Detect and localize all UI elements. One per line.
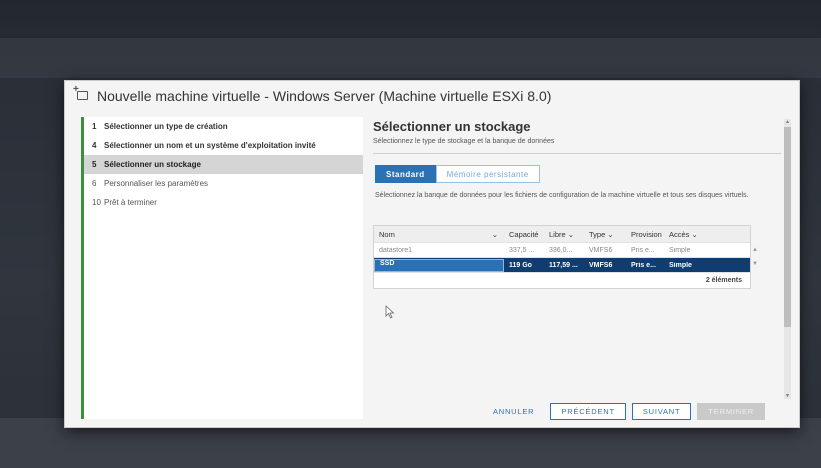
tab-standard[interactable]: Standard [375,165,436,183]
step-label: Sélectionner un type de création [104,122,228,131]
col-header-free[interactable]: Libre ⌄ [544,230,584,239]
datastore-table: Nom ⌄ Capacité Libre ⌄ Type ⌄ Provision … [373,225,758,289]
col-header-name[interactable]: Nom ⌄ [374,230,504,239]
step-number: 10 [92,198,101,207]
dialog-title: Nouvelle machine virtuelle - Windows Ser… [97,88,552,104]
cell-free: 117,59 ... [549,261,578,269]
new-vm-wizard-dialog: + Nouvelle machine virtuelle - Windows S… [64,80,800,428]
cell-type: VMFS6 [589,261,613,269]
col-header-capacity[interactable]: Capacité [504,230,544,239]
table-scrollbar[interactable]: ▲ ▼ [751,243,759,273]
step-label: Prêt à terminer [104,198,157,207]
dialog-scrollbar[interactable]: ▲ ▼ [784,119,791,399]
cell-provisioning: Pris e... [631,246,655,254]
step-label: Personnaliser les paramètres [104,179,209,188]
cancel-button[interactable]: ANNULER [483,403,544,420]
scrollbar-thumb[interactable] [784,127,791,327]
datastore-description: Sélectionnez la banque de données pour l… [375,192,749,199]
step-label: Sélectionner un nom et un système d'expl… [104,141,316,150]
cell-access: Simple [669,246,691,254]
wizard-step-storage[interactable]: 5 Sélectionner un stockage [84,155,363,174]
cell-name: SSD [374,258,504,272]
cell-access: Simple [669,261,692,269]
new-vm-icon: + [73,84,91,103]
step-title: Sélectionner un stockage [373,119,531,134]
wizard-footer: ANNULER PRÉCÉDENT SUIVANT TERMINER [483,403,765,420]
cell-name: datastore1 [379,246,413,254]
filter-chevron-icon[interactable]: ⌄ [568,230,574,239]
col-access-label: Accès [669,229,690,239]
tab-persistent-memory[interactable]: Mémoire persistante [435,165,540,183]
scroll-down-icon[interactable]: ▼ [784,393,791,399]
previous-button[interactable]: PRÉCÉDENT [550,403,626,420]
col-header-provisioning[interactable]: Provision [626,230,664,239]
filter-chevron-icon[interactable]: ⌄ [692,230,698,239]
scroll-up-icon[interactable]: ▲ [784,119,791,125]
filter-chevron-icon[interactable]: ⌄ [492,230,498,239]
mouse-pointer-icon [385,305,395,319]
cell-type: VMFS6 [589,246,613,254]
wizard-step-ready[interactable]: 10 Prêt à terminer [84,193,363,212]
wizard-step-name-os[interactable]: 4 Sélectionner un nom et un système d'ex… [84,136,363,155]
col-header-type[interactable]: Type ⌄ [584,230,626,239]
step-number: 6 [92,179,97,188]
scroll-up-icon[interactable]: ▲ [751,243,759,257]
step-number: 5 [92,160,97,169]
col-header-access[interactable]: Accès ⌄ [664,230,716,239]
next-button[interactable]: SUIVANT [631,403,692,420]
step-number: 4 [92,141,97,150]
col-free-label: Libre [549,229,566,239]
table-header-row: Nom ⌄ Capacité Libre ⌄ Type ⌄ Provision … [374,226,750,243]
scroll-down-icon[interactable]: ▼ [751,257,759,271]
filter-chevron-icon[interactable]: ⌄ [607,230,613,239]
wizard-step-creation-type[interactable]: 1 Sélectionner un type de création [84,117,363,136]
table-row-selected[interactable]: SSD 119 Go 117,59 ... VMFS6 Pris e... Si… [374,258,750,273]
cell-capacity: 119 Go [509,261,532,269]
cell-free: 336,0... [549,246,573,254]
dialog-title-bar: + Nouvelle machine virtuelle - Windows S… [65,81,799,111]
wizard-step-customize[interactable]: 6 Personnaliser les paramètres [84,174,363,193]
table-footer-count: 2 éléments [705,277,742,284]
background-header [0,38,821,78]
finish-button[interactable]: TERMINER [697,403,765,420]
step-label: Sélectionner un stockage [104,160,201,169]
col-name-label: Nom [379,229,395,239]
table-row[interactable]: datastore1 337,5 ... 336,0... VMFS6 Pris… [374,243,750,258]
step-number: 1 [92,122,97,131]
wizard-steps-nav: 1 Sélectionner un type de création 4 Sél… [81,117,363,419]
storage-step-content: Sélectionner un stockage Sélectionnez le… [367,117,785,407]
step-subtitle: Sélectionnez le type de stockage et la b… [373,138,781,154]
cell-provisioning: Pris e... [631,261,656,269]
cell-capacity: 337,5 ... [509,246,535,254]
storage-type-tabs: Standard Mémoire persistante [375,165,540,183]
col-type-label: Type [589,229,606,239]
